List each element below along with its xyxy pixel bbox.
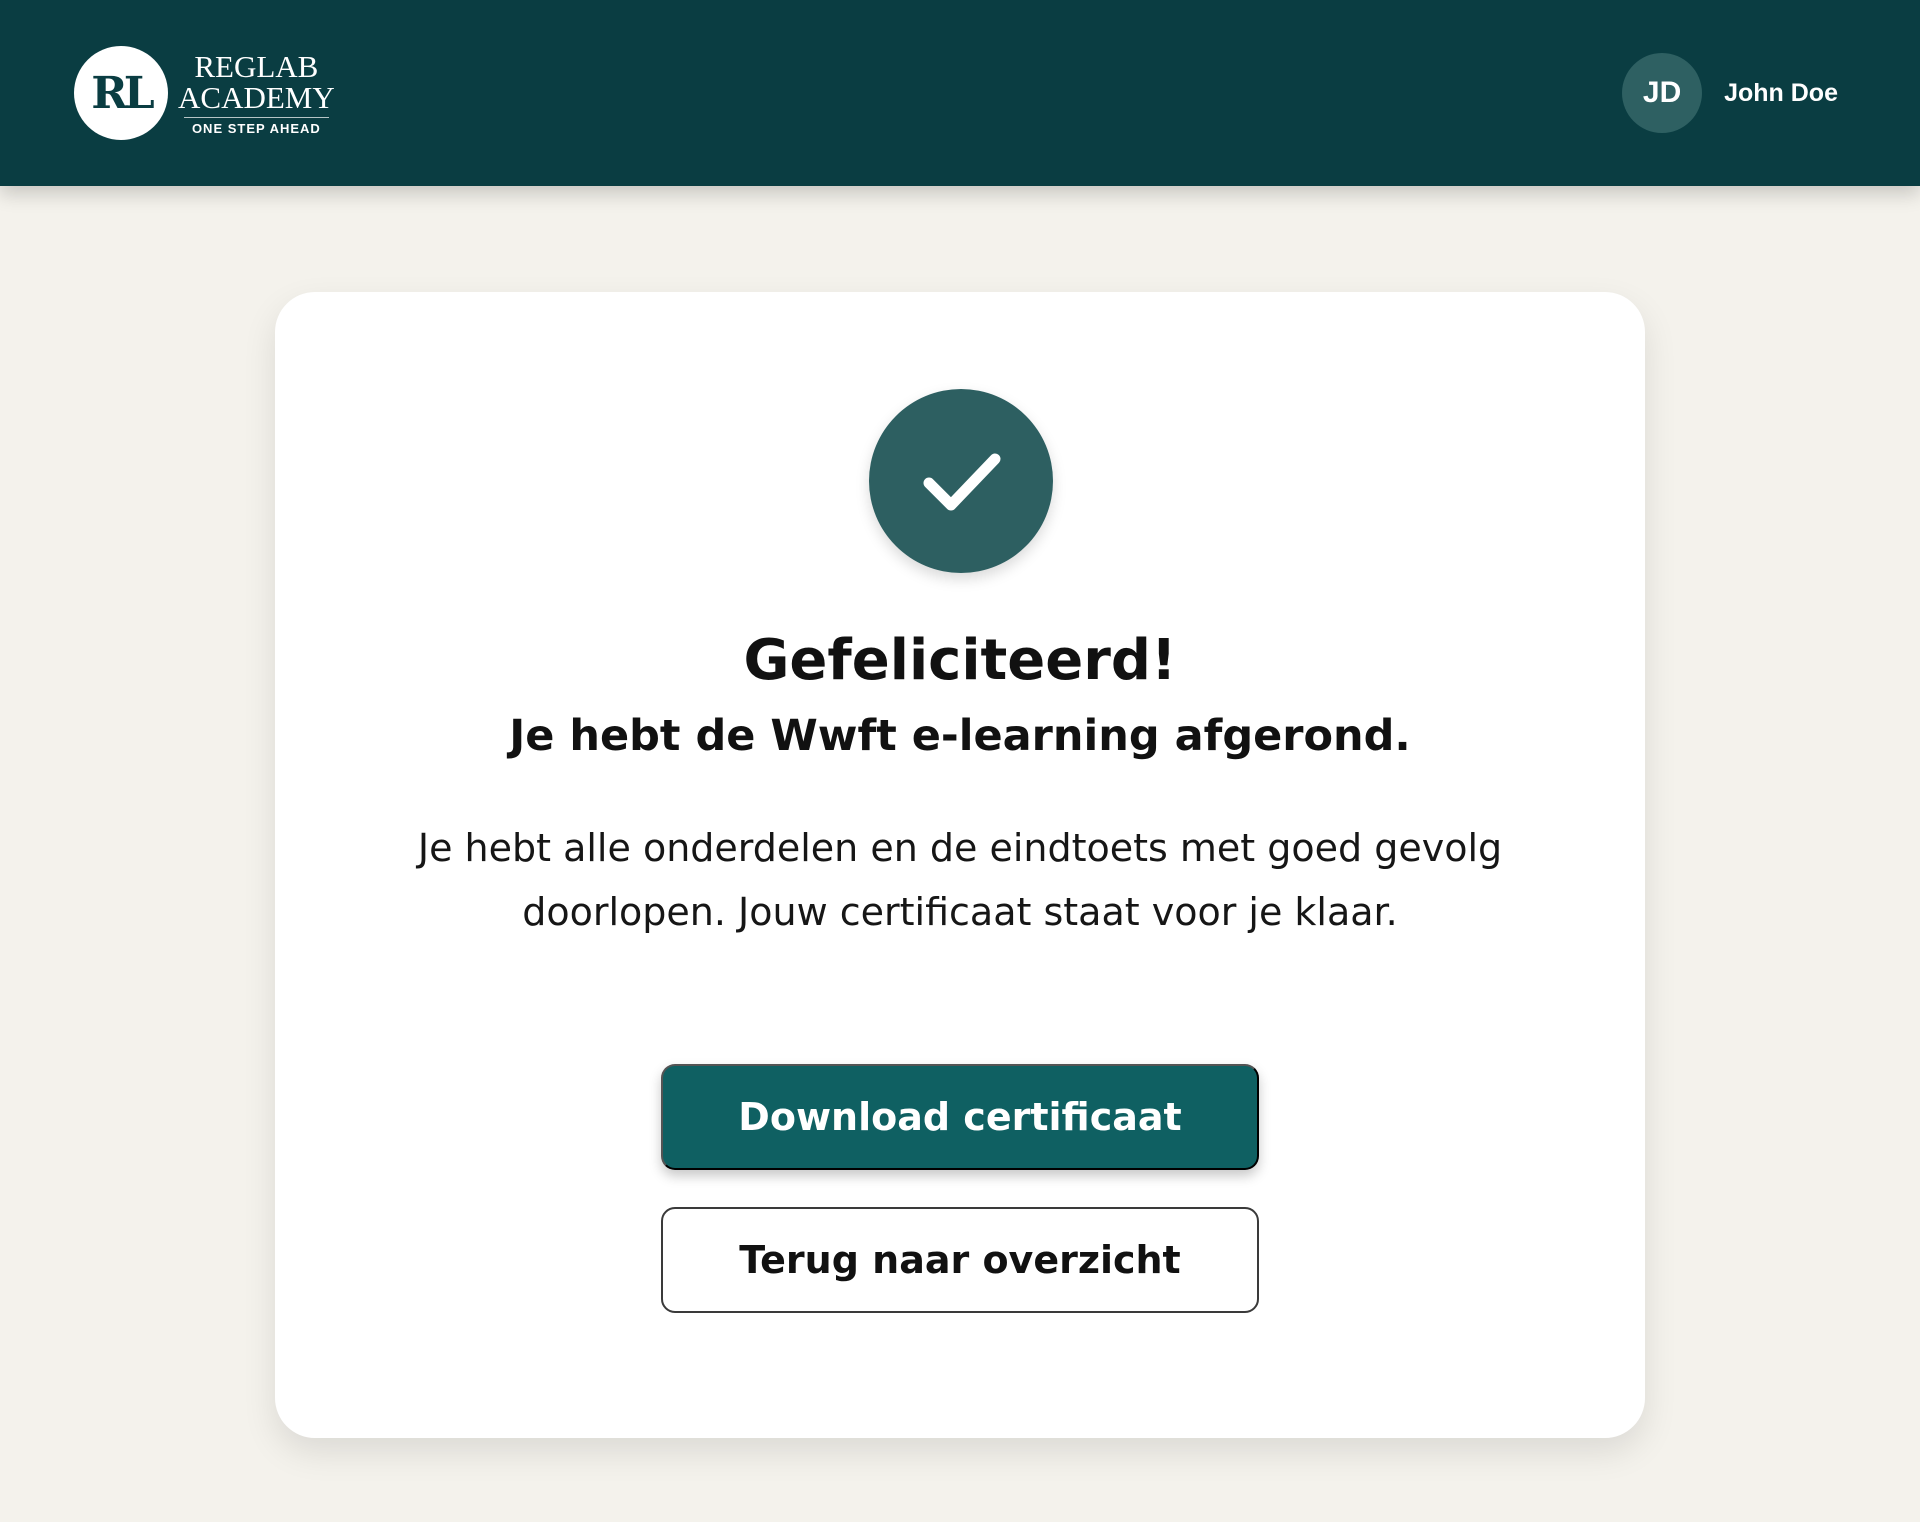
- logo-divider: [183, 117, 329, 118]
- avatar[interactable]: JD: [1622, 53, 1703, 133]
- reglab-logo[interactable]: RL REGLAB ACADEMY ONE STEP AHEAD: [74, 46, 335, 140]
- logo-tagline: ONE STEP AHEAD: [191, 121, 321, 136]
- logo-wordmark: REGLAB ACADEMY ONE STEP AHEAD: [178, 51, 335, 135]
- download-certificate-button[interactable]: Download certificaat: [661, 1064, 1259, 1170]
- checkmark-icon: [923, 453, 1001, 511]
- page-subtitle: Je hebt de Wwft e-learning afgerond.: [509, 711, 1411, 761]
- top-header: RL REGLAB ACADEMY ONE STEP AHEAD JD John…: [0, 0, 1920, 186]
- success-badge: [869, 389, 1053, 573]
- back-to-overview-button[interactable]: Terug naar overzicht: [661, 1207, 1259, 1313]
- user-name: John Doe: [1724, 78, 1838, 107]
- completion-description: Je hebt alle onderdelen en de eindtoets …: [417, 826, 1503, 934]
- logo-mark: RL: [74, 46, 168, 140]
- user-menu[interactable]: JD John Doe: [1622, 53, 1838, 133]
- logo-name-line2: ACADEMY: [178, 80, 335, 115]
- logo-name-line1: REGLAB: [194, 49, 319, 84]
- completion-card: Gefeliciteerd! Je hebt de Wwft e-learnin…: [275, 292, 1645, 1438]
- page-title: Gefeliciteerd!: [743, 628, 1177, 693]
